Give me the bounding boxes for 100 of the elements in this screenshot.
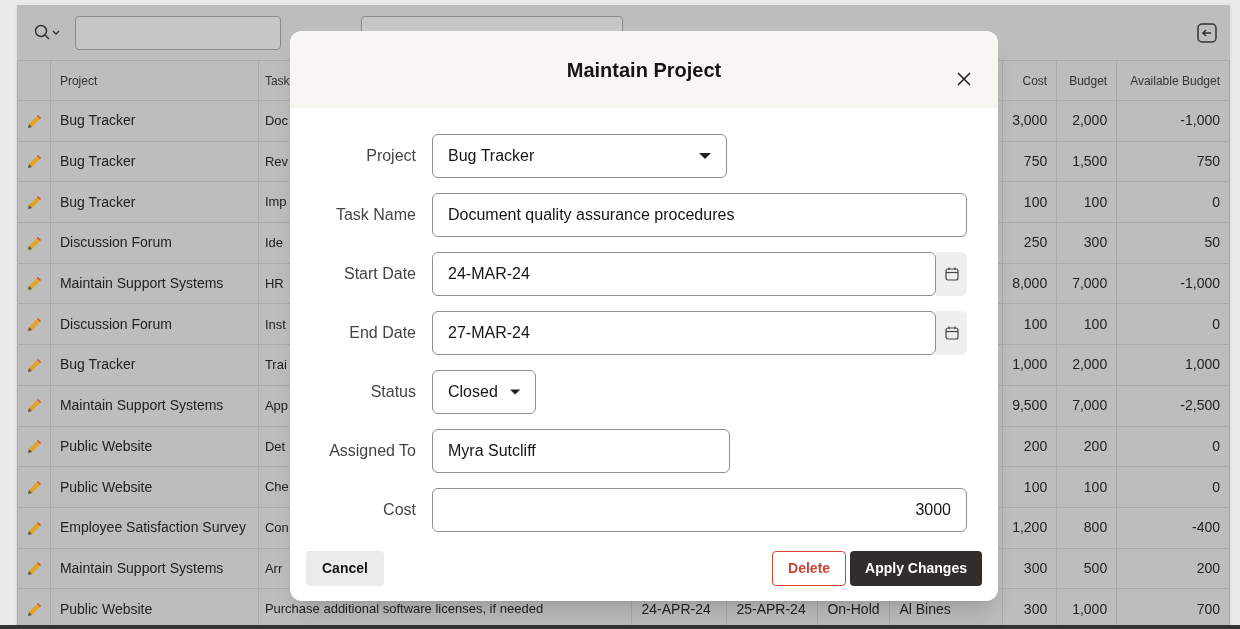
table-cell: 0	[1212, 315, 1220, 332]
table-cell: 100	[1023, 193, 1048, 210]
table-cell: Discussion Forum	[59, 234, 172, 251]
table-cell: 100	[1023, 315, 1048, 332]
table-cell: Public Website	[59, 600, 153, 617]
table-cell: Bug Tracker	[59, 153, 136, 170]
table-cell: Ide	[264, 235, 283, 251]
pencil-icon[interactable]	[25, 195, 42, 211]
table-cell: 250	[1023, 234, 1048, 251]
table-cell: Bug Tracker	[59, 112, 136, 129]
cancel-button[interactable]: Cancel	[306, 551, 384, 586]
cost-field[interactable]: 3000	[432, 488, 967, 532]
table-cell: Maintain Support Systems	[59, 559, 224, 576]
table-cell: Che	[264, 479, 289, 495]
date-field[interactable]: 24-MAR-24	[432, 252, 936, 296]
table-cell: HR	[264, 275, 284, 291]
pencil-icon[interactable]	[25, 154, 42, 171]
table-cell: Arr	[264, 560, 283, 576]
table-cell: Rev	[264, 153, 288, 169]
text-field[interactable]: Myra Sutcliff	[432, 429, 730, 473]
table-cell: 7,000	[1072, 397, 1108, 414]
caret-icon	[699, 152, 711, 160]
table-cell: 3,000	[1012, 112, 1048, 129]
pencil-icon[interactable]	[25, 561, 42, 578]
field-label: Project	[365, 146, 416, 166]
pencil-icon[interactable]	[25, 317, 42, 334]
table-cell: 2,000	[1072, 356, 1108, 373]
select-field[interactable]: Closed	[432, 370, 536, 414]
table-cell: 750	[1196, 153, 1220, 170]
table-cell: App	[264, 397, 289, 413]
exit-icon[interactable]	[1196, 22, 1218, 44]
table-cell: -400	[1191, 519, 1220, 536]
search-field[interactable]	[75, 15, 281, 50]
table-cell: 8,000	[1012, 275, 1048, 292]
table-cell: Inst	[264, 316, 286, 332]
pencil-icon[interactable]	[25, 113, 42, 130]
calendar-button[interactable]	[936, 252, 967, 296]
apply-changes-button[interactable]: Apply Changes	[850, 551, 982, 586]
table-cell: 0	[1212, 478, 1220, 495]
pencil-icon[interactable]	[25, 439, 42, 456]
table-cell: Trai	[264, 357, 287, 373]
table-cell: 300	[1083, 234, 1108, 251]
column-header[interactable]: Cost	[1022, 73, 1048, 88]
field-label: Start Date	[342, 264, 416, 284]
table-cell: 100	[1083, 478, 1108, 495]
field-label: Assigned To	[328, 441, 416, 461]
table-cell: On-Hold	[827, 600, 880, 617]
table-cell: Con	[264, 519, 289, 535]
table-cell: 200	[1083, 437, 1108, 454]
table-cell: Public Website	[59, 437, 153, 454]
table-cell: Doc	[264, 113, 288, 129]
column-header[interactable]: Project	[59, 73, 98, 88]
table-cell: -1,000	[1180, 275, 1220, 292]
table-cell: 50	[1204, 234, 1220, 251]
column-header[interactable]: Task	[264, 73, 290, 88]
table-cell: 1,000	[1184, 356, 1220, 373]
calendar-button[interactable]	[936, 311, 967, 355]
pencil-icon[interactable]	[25, 235, 42, 252]
table-cell: 7,000	[1072, 275, 1108, 292]
pencil-icon[interactable]	[25, 398, 42, 415]
table-cell: Al Bines	[899, 600, 951, 617]
delete-button[interactable]: Delete	[772, 551, 847, 586]
dialog-title: Maintain Project	[566, 57, 722, 83]
table-cell: 25-APR-24	[736, 600, 806, 617]
field-label: Cost	[382, 500, 416, 520]
table-cell: Discussion Forum	[59, 315, 172, 332]
pencil-icon[interactable]	[25, 601, 42, 618]
table-cell: 700	[1196, 600, 1220, 617]
pencil-icon[interactable]	[25, 520, 42, 537]
table-cell: Imp	[264, 194, 287, 210]
date-field[interactable]: 27-MAR-24	[432, 311, 936, 355]
field-label: End Date	[348, 323, 416, 343]
calendar-icon	[944, 267, 959, 281]
table-cell: Maintain Support Systems	[59, 275, 224, 292]
field-label: Status	[369, 382, 416, 402]
table-cell: 2,000	[1072, 112, 1108, 129]
table-cell: 1,000	[1012, 356, 1048, 373]
table-cell: 100	[1083, 315, 1108, 332]
pencil-icon[interactable]	[25, 276, 42, 293]
table-cell: -2,500	[1180, 397, 1220, 414]
table-cell: 0	[1212, 437, 1220, 454]
table-cell: Bug Tracker	[59, 193, 136, 210]
table-cell: Purchase additional software licenses, if needed	[264, 601, 544, 617]
pencil-icon[interactable]	[25, 357, 42, 374]
text-field[interactable]: Document quality assurance procedures	[432, 193, 967, 237]
table-cell: -1,000	[1180, 112, 1220, 129]
table-cell: 100	[1083, 193, 1108, 210]
table-cell: 1,000	[1072, 600, 1108, 617]
table-cell: 200	[1196, 559, 1220, 576]
table-cell: 100	[1023, 478, 1048, 495]
table-cell: Det	[264, 438, 286, 454]
table-cell: 200	[1023, 437, 1048, 454]
select-field[interactable]: Bug Tracker	[432, 134, 727, 178]
table-cell: 24-APR-24	[641, 600, 711, 617]
close-icon	[957, 72, 971, 86]
pencil-icon[interactable]	[25, 479, 42, 496]
table-cell: 9,500	[1012, 397, 1048, 414]
table-cell: 300	[1023, 600, 1048, 617]
table-cell: Bug Tracker	[59, 356, 136, 373]
table-cell: Maintain Support Systems	[59, 397, 224, 414]
